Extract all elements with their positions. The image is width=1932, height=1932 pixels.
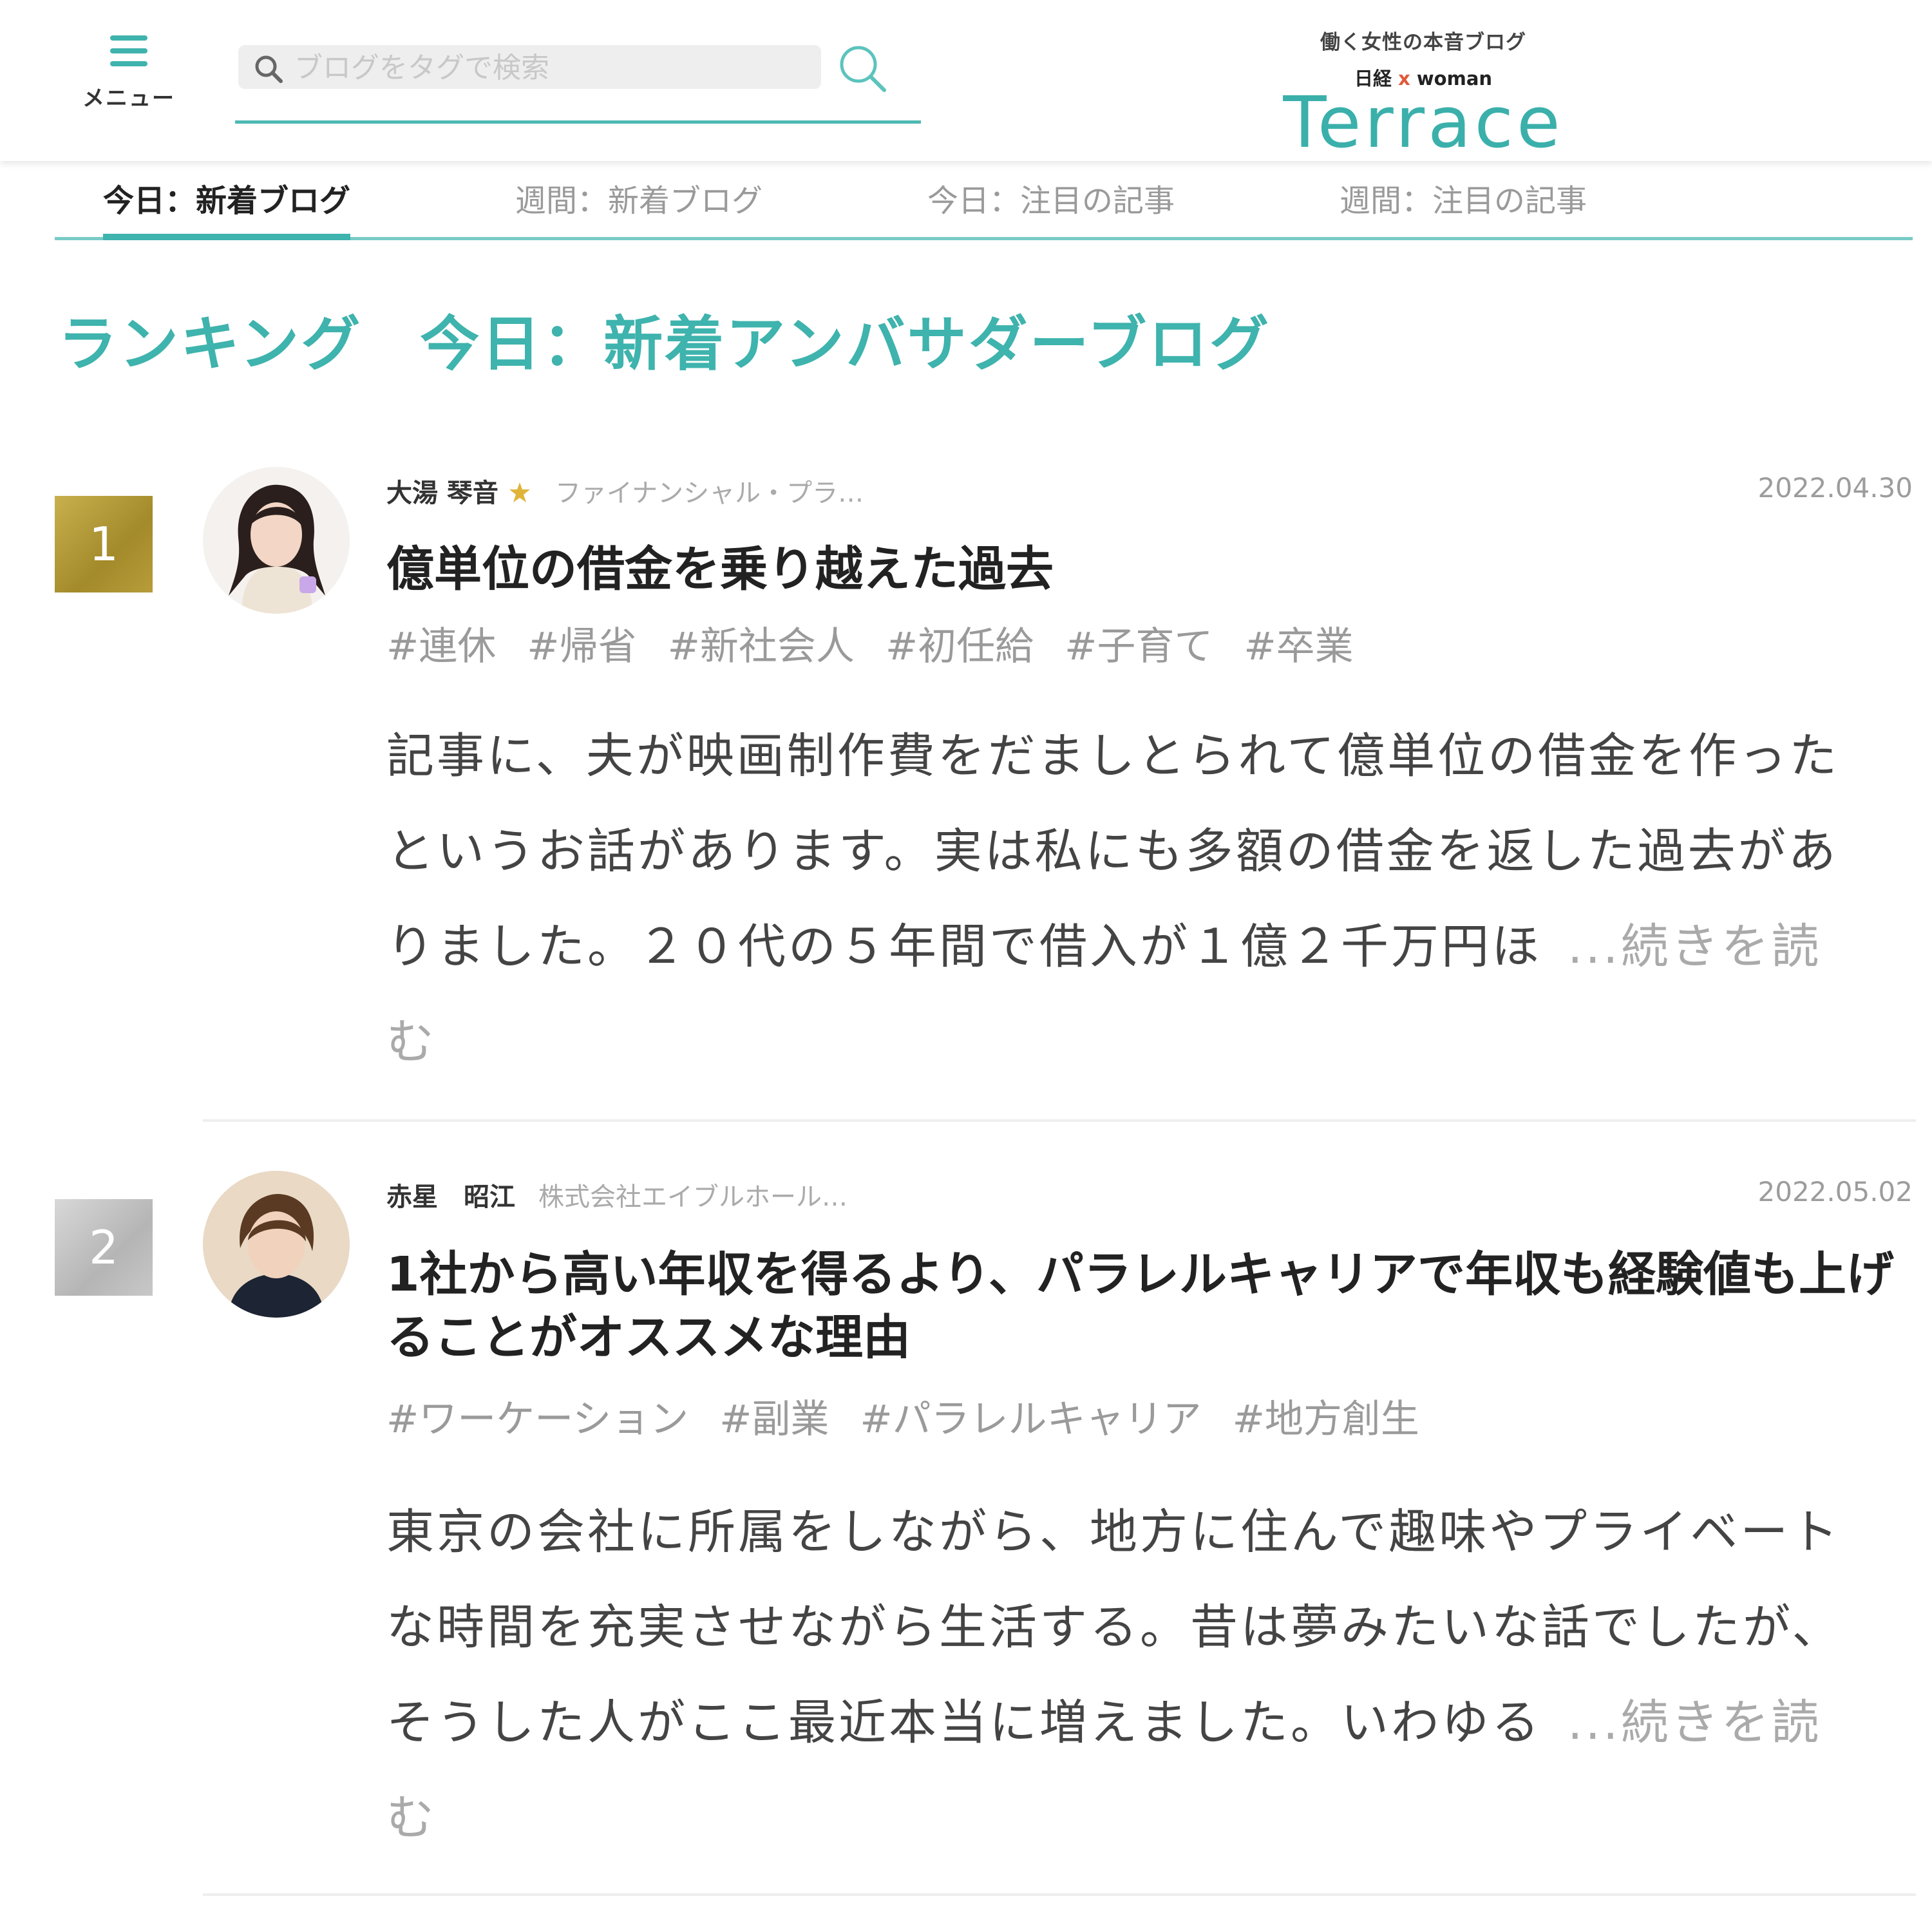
tab-weekly-featured[interactable]: 週間：注目の記事 <box>1340 175 1587 237</box>
search-input[interactable] <box>293 49 811 86</box>
post-excerpt: 記事に、夫が映画制作費をだましとられて億単位の借金を作ったというお話があります。… <box>386 708 1868 1090</box>
tag[interactable]: #卒業 <box>1244 624 1353 669</box>
tab-today-new-blogs[interactable]: 今日：新着ブログ <box>103 175 351 240</box>
author-name[interactable]: 赤星 昭江 <box>386 1182 515 1212</box>
rank-badge: 2 <box>55 1199 153 1296</box>
tab-today-featured[interactable]: 今日：注目の記事 <box>927 175 1175 237</box>
post-title[interactable]: 億単位の借金を乗り越えた過去 <box>386 538 1906 601</box>
author-info: 大湯 琴音 ファイナンシャル・プラ… <box>386 472 864 509</box>
hamburger-menu-icon <box>110 35 147 66</box>
author-title: ファイナンシャル・プラ… <box>554 478 864 508</box>
site-logo[interactable]: 働く女性の本音ブログ 日経 x woman Terrace <box>1275 26 1571 158</box>
search-icon <box>255 55 283 83</box>
post-date: 2022.05.02 <box>1757 1176 1913 1208</box>
section-title-category: 今日：新着アンバサダーブログ <box>420 310 1271 379</box>
tag[interactable]: #子育て <box>1065 624 1213 669</box>
divider <box>203 1893 1916 1896</box>
tab-weekly-new-blogs[interactable]: 週間：新着ブログ <box>515 175 762 237</box>
site-header: メニュー 働く女性の本音ブログ 日経 x woman Terrace <box>0 0 1932 161</box>
post-excerpt: 東京の会社に所属をしながら、地方に住んで趣味やプライベートな時間を充実させながら… <box>386 1484 1868 1866</box>
search-submit-button[interactable] <box>834 40 892 98</box>
logo-tagline: 働く女性の本音ブログ <box>1320 31 1526 54</box>
post-date: 2022.04.30 <box>1757 472 1913 504</box>
logo-name: Terrace <box>1283 81 1564 164</box>
section-title-ranking: ランキング <box>58 310 363 379</box>
author-info: 赤星 昭江 株式会社エイブルホール… <box>386 1176 848 1213</box>
tag[interactable]: #帰省 <box>527 624 636 669</box>
search-box <box>238 45 821 89</box>
section-title: ランキング 今日：新着アンバサダーブログ <box>58 296 1271 382</box>
menu-button[interactable]: メニュー <box>71 35 187 126</box>
author-name[interactable]: 大湯 琴音 <box>386 478 498 508</box>
tag[interactable]: #副業 <box>719 1397 829 1442</box>
tag-list: #連休 #帰省 #新社会人 #初任給 #子育て #卒業 <box>386 615 1385 671</box>
tag[interactable]: #地方創生 <box>1233 1397 1419 1442</box>
avatar[interactable] <box>203 467 350 614</box>
tag-list: #ワーケーション #副業 #パラレルキャリア #地方創生 <box>386 1388 1450 1444</box>
tag-search <box>235 40 921 124</box>
author-photo <box>203 467 350 614</box>
rank-badge: 1 <box>55 496 153 592</box>
divider <box>203 1119 1916 1122</box>
search-icon <box>840 46 886 92</box>
tag[interactable]: #新社会人 <box>668 624 855 669</box>
tag[interactable]: #ワーケーション <box>386 1397 688 1442</box>
avatar[interactable] <box>203 1171 350 1318</box>
tag[interactable]: #連休 <box>386 624 496 669</box>
tag[interactable]: #初任給 <box>886 624 1034 669</box>
ambassador-badge-icon <box>509 482 530 502</box>
page: メニュー 働く女性の本音ブログ 日経 x woman Terrace <box>0 0 1932 1932</box>
author-photo <box>203 1171 350 1318</box>
post-title[interactable]: 1社から高い年収を得るより、パラレルキャリアで年収も経験値も上げることがオススメ… <box>386 1243 1906 1369</box>
menu-label: メニュー <box>82 86 175 111</box>
author-title: 株式会社エイブルホール… <box>538 1182 848 1212</box>
ranking-tabs: 今日：新着ブログ 週間：新着ブログ 今日：注目の記事 週間：注目の記事 <box>55 161 1913 240</box>
tag[interactable]: #パラレルキャリア <box>860 1397 1201 1442</box>
